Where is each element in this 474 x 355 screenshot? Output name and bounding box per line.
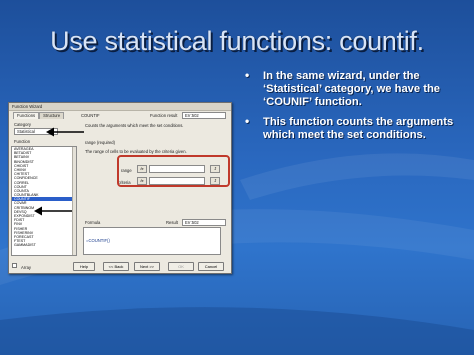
- tab-functions[interactable]: Functions: [13, 112, 40, 119]
- function-result-label: Function result: [150, 113, 178, 118]
- dialog-tabs: Functions Structure: [13, 112, 65, 119]
- dialog-titlebar: Function Wizard: [9, 103, 231, 111]
- bullet-item: • In the same wizard, under the ‘Statist…: [245, 68, 467, 109]
- slide-title: Use statistical functions: countif.: [50, 26, 424, 56]
- criteria-input[interactable]: [149, 177, 205, 185]
- bullet-text: This function counts the arguments which…: [263, 116, 454, 141]
- parameter-description: The range of cells to be evaluated by th…: [85, 149, 187, 154]
- bullet-dot-icon: •: [245, 114, 250, 128]
- category-select[interactable]: Statistical: [14, 128, 58, 135]
- help-button[interactable]: Help: [73, 262, 95, 271]
- formula-label: Formula: [85, 220, 101, 225]
- range-fx-button[interactable]: fx: [137, 165, 147, 173]
- criteria-fx-button[interactable]: fx: [137, 177, 147, 185]
- formula-input[interactable]: =COUNTIF(): [83, 227, 221, 255]
- cancel-button[interactable]: Cancel: [198, 262, 224, 271]
- category-label: Category: [14, 122, 31, 127]
- array-label: Array: [21, 265, 32, 270]
- function-list[interactable]: AVERAGEA BETADIST BETAINV BINOMDIST CHIDIST C…: [11, 146, 77, 256]
- parameter-required: range (required): [85, 140, 116, 145]
- function-label: Function: [14, 139, 31, 144]
- criteria-shrink-button[interactable]: ↥: [210, 177, 220, 185]
- function-list-items: AVERAGEA BETADIST BETAINV BINOMDIST CHIDIST C…: [12, 147, 76, 248]
- bullet-item: • This function counts the arguments whi…: [245, 114, 467, 142]
- result-label: Result: [166, 220, 178, 225]
- dialog-title: Function Wizard: [12, 104, 43, 109]
- tab-structure[interactable]: Structure: [39, 112, 65, 119]
- bullet-dot-icon: •: [245, 68, 250, 82]
- function-name-label: COUNTIF: [81, 113, 100, 118]
- function-description: Counts the arguments which meet the set …: [85, 123, 184, 128]
- function-list-scrollbar[interactable]: [72, 147, 76, 255]
- back-button[interactable]: << Back: [103, 262, 129, 271]
- range-shrink-button[interactable]: ↥: [210, 165, 220, 173]
- formula-text: =COUNTIF(): [86, 238, 110, 243]
- range-input[interactable]: [149, 165, 205, 173]
- next-button[interactable]: Next >>: [134, 262, 160, 271]
- function-list-item[interactable]: GAMMADIST: [12, 243, 76, 247]
- bullet-list: • In the same wizard, under the ‘Statist…: [245, 68, 467, 149]
- array-checkbox[interactable]: [12, 263, 17, 268]
- function-result-field: Err:502: [182, 112, 226, 119]
- result-field: Err:502: [182, 219, 226, 226]
- bullet-text: In the same wizard, under the ‘Statistic…: [263, 70, 440, 108]
- ok-button[interactable]: OK: [168, 262, 194, 271]
